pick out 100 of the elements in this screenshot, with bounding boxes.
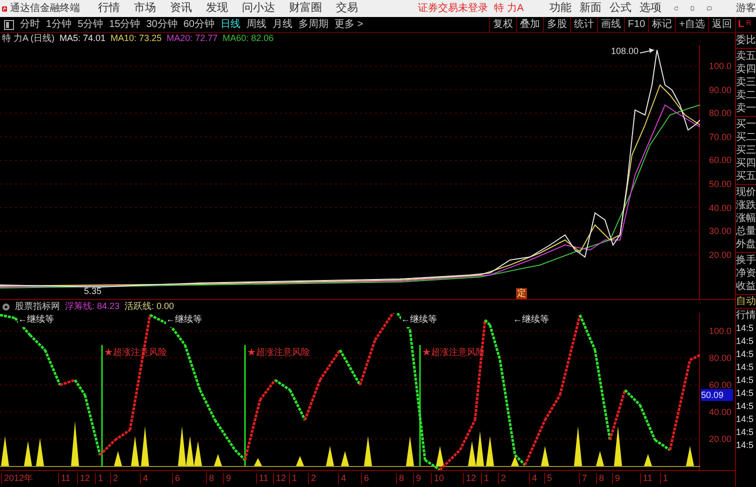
chart-title: 特 力A (日线) (2, 32, 55, 46)
signal-label: ←继续等 (513, 313, 549, 326)
menu-item[interactable]: 市场 (134, 2, 156, 15)
quote-label: 买五 (736, 170, 756, 183)
date-label: 2 (110, 473, 118, 484)
quote-label: 买四 (736, 157, 756, 170)
quote-label: 卖四 (736, 63, 756, 76)
date-label: 7 (579, 473, 588, 484)
toolbar-button[interactable]: 多股 (542, 17, 570, 32)
ma-legend: MA60: 82.06 (222, 32, 274, 46)
gear-icon[interactable] (2, 302, 10, 310)
quote-label: 收益 (736, 280, 756, 293)
axis-label: 50.00 (709, 179, 732, 189)
toolbar-button[interactable]: 标记 (648, 17, 676, 32)
time-label: 14:5 (736, 335, 755, 348)
toolbar-button[interactable]: 画线 (596, 17, 624, 32)
quote-label: 涨幅 (736, 212, 756, 225)
menu-item[interactable]: 功能 (550, 2, 572, 15)
indicator-legend: 浮筹线: 84.23 (65, 300, 120, 314)
axis-label: 90.00 (709, 84, 732, 95)
date-label: 9 (223, 473, 232, 484)
menu-item[interactable]: 财富圈 (289, 2, 322, 15)
section-label: 行情 (736, 309, 756, 322)
menu-item[interactable]: 问小达 (242, 2, 276, 15)
date-label: 10 (431, 473, 444, 484)
ma-legend: MA20: 72.77 (166, 32, 218, 46)
mode-label[interactable]: 自动 (736, 295, 756, 309)
toolbar-button[interactable]: 统计 (570, 17, 597, 32)
layout-icon[interactable] (4, 20, 14, 30)
date-label: 4 (140, 473, 148, 484)
axis-label: 80.00 (709, 108, 732, 118)
period-tab[interactable]: 分时 (20, 17, 40, 32)
period-tab[interactable]: 5分钟 (78, 17, 104, 32)
time-label: 14:5 (736, 322, 755, 335)
date-label: 8 (396, 473, 404, 484)
corner-label: L (738, 18, 744, 32)
axis-label: 100.0 (709, 61, 732, 71)
axis-label: 40.00 (709, 407, 732, 417)
date-label: 12 (463, 473, 476, 484)
quote-label: 卖二 (736, 89, 756, 102)
date-label: 11 (640, 473, 652, 484)
axis-label: 70.00 (709, 132, 732, 142)
date-label: 2012年 (1, 473, 34, 484)
period-tab[interactable]: 60分钟 (183, 17, 214, 32)
toolbar-button[interactable]: F10 (624, 17, 648, 32)
axis-label: 40.00 (709, 202, 732, 213)
time-label: 14:5 (736, 426, 755, 439)
date-label: 12 (77, 473, 90, 484)
date-label: 1 (660, 473, 668, 484)
date-label: 1 (289, 473, 298, 484)
ma-legend: MA5: 74.01 (60, 32, 106, 46)
time-label: 14:5 (736, 400, 755, 413)
period-tab[interactable]: 15分钟 (109, 17, 140, 32)
period-tab[interactable]: 多周期 (298, 17, 328, 32)
date-label: 4 (529, 473, 538, 484)
date-label: 6 (361, 473, 370, 484)
signal-label: ←继续等 (18, 313, 54, 326)
period-tab[interactable]: 1分钟 (46, 17, 72, 32)
axis-label: 20.00 (709, 250, 732, 260)
menu-item[interactable]: 选项 (640, 2, 662, 15)
user-link[interactable]: 游客 (736, 2, 756, 15)
high-price-label: 108.00 (611, 45, 639, 58)
phone-icon[interactable] (690, 3, 696, 14)
time-label: 14:5 (736, 413, 755, 426)
signal-label: ←继续等 (401, 313, 437, 326)
menu-item[interactable]: 交易 (336, 2, 358, 15)
date-label: 11 (58, 473, 70, 484)
period-tab[interactable]: 30分钟 (146, 17, 178, 32)
indicator-legend: 活跃线: 0.00 (124, 300, 174, 314)
menu-item[interactable]: 发现 (206, 2, 228, 15)
date-label: 8 (206, 473, 214, 484)
time-label: 14:5 (736, 374, 755, 387)
menu-item[interactable]: 资讯 (170, 2, 192, 15)
axis-label: 30.00 (709, 226, 732, 236)
app-title: 通达信金融终端 (10, 2, 80, 15)
axis-label: 60.00 (709, 380, 732, 390)
toolbar-button[interactable]: 复权 (488, 17, 516, 32)
more-button[interactable]: 更多 > (334, 17, 364, 32)
period-tab[interactable]: 周线 (246, 17, 266, 32)
menu-item[interactable]: 新面 (580, 2, 602, 15)
period-tab[interactable]: 月线 (272, 17, 292, 32)
date-label: 1 (481, 473, 490, 484)
toolbar-button[interactable]: +自选 (675, 17, 708, 32)
toolbar-button[interactable]: 返回 (708, 17, 735, 32)
date-label: 1 (95, 473, 104, 484)
quote-label: 卖三 (736, 76, 756, 89)
risk-label: ★超涨注意风险 (104, 346, 167, 359)
current-value-tag: 50.09 (701, 389, 733, 401)
menu-item[interactable]: 行情 (98, 2, 120, 15)
axis-label: 100.0 (709, 326, 732, 336)
axis-label: 20.00 (709, 434, 732, 444)
marker-badge: 定 (516, 288, 527, 299)
quote-label: 总量 (736, 225, 756, 238)
menu-item[interactable]: 公式 (610, 2, 632, 15)
toolbar-button[interactable]: 叠加 (516, 17, 543, 32)
quote-label: 现价 (736, 186, 756, 199)
date-label: 9 (612, 473, 620, 484)
period-tab[interactable]: 日线 (220, 17, 240, 32)
quote-label: 卖一 (736, 102, 756, 115)
signal-label: ←继续等 (166, 313, 202, 326)
